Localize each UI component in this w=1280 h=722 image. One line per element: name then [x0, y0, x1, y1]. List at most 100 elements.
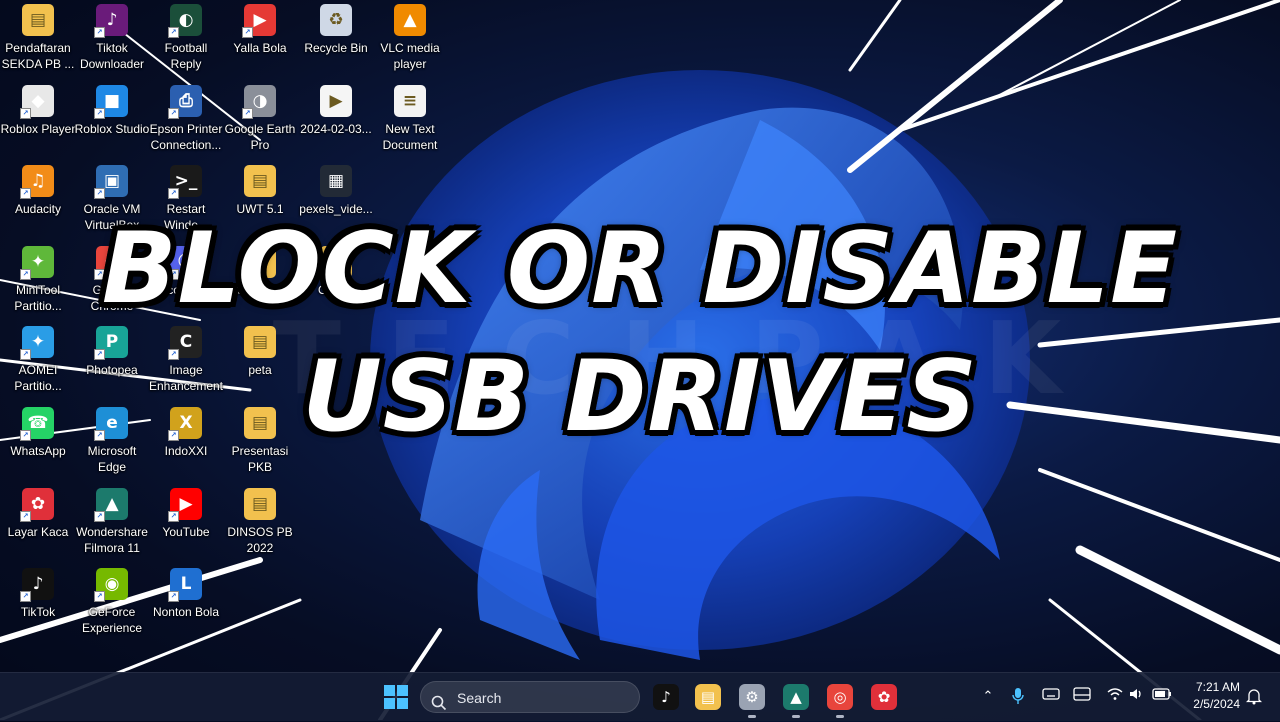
- shortcut-arrow-icon: ↗: [168, 188, 179, 200]
- vlc-icon: ▲: [394, 4, 426, 36]
- desktop-icon-label: Roblox Studio: [74, 121, 150, 136]
- recycle-bin-icon: ♻: [320, 4, 352, 36]
- roblox-icon: ◆ ↗: [20, 84, 54, 119]
- desktop-icon[interactable]: ✿ ↗ Layar Kaca: [0, 486, 76, 566]
- desktop-icon[interactable]: ♻ Recycle Bin: [298, 2, 374, 82]
- folder-icon: ▤: [244, 165, 276, 198]
- running-indicator: [748, 715, 756, 718]
- desktop-icon[interactable]: L ↗ Nonton Bola: [148, 566, 224, 646]
- filmora-icon: ▲ ↗: [94, 487, 128, 522]
- shortcut-arrow-icon: ↗: [168, 107, 179, 119]
- running-indicator: [792, 715, 800, 718]
- epson-icon: ⎙ ↗: [168, 84, 202, 119]
- desktop-icon-label: YouTube: [162, 524, 210, 539]
- desktop-icon-label: Nonton Bola: [152, 605, 220, 620]
- tiktok-downloader-icon: ♪ ↗: [94, 4, 128, 38]
- shortcut-arrow-icon: ↗: [168, 510, 179, 522]
- taskbar-app-tiktok[interactable]: ♪: [650, 681, 682, 713]
- shortcut-arrow-icon: ↗: [242, 27, 253, 38]
- taskbar-app-filmora[interactable]: ▲: [780, 681, 812, 718]
- clock-time: 7:21 AM: [1195, 680, 1240, 694]
- volume-icon[interactable]: [1126, 687, 1146, 707]
- desktop-icon-label: Roblox Player: [0, 121, 76, 136]
- google-earth-icon: ◑ ↗: [242, 84, 276, 119]
- desktop-icon-label: DINSOS PB 2022: [227, 524, 293, 555]
- chrome-icon: ◎: [827, 684, 853, 710]
- desktop-icon-label: VLC media player: [380, 41, 440, 71]
- folder-icon: ▤: [22, 4, 54, 36]
- tiktok-icon: ♪ ↗: [20, 568, 54, 603]
- desktop-icon[interactable]: ◉ ↗ GeForce Experience: [74, 566, 150, 646]
- shortcut-arrow-icon: ↗: [94, 27, 105, 38]
- settings-gear-icon: ⚙: [739, 684, 765, 710]
- desktop-icon-label: TikTok: [20, 605, 56, 620]
- keyboard-icon[interactable]: [1041, 687, 1061, 707]
- tiktok-icon: ♪: [653, 684, 679, 710]
- audacity-icon: ♫ ↗: [20, 165, 54, 200]
- desktop-icon-label: Wondershare Filmora 11: [76, 524, 148, 555]
- search-icon: [431, 690, 447, 722]
- shortcut-arrow-icon: ↗: [242, 107, 253, 119]
- search-placeholder: Search: [457, 690, 502, 706]
- desktop-icon-label: Pendaftaran SEKDA PB ...: [1, 41, 75, 71]
- video-file-icon: ▶: [320, 84, 352, 117]
- desktop-icon[interactable]: ◆ ↗ Roblox Player: [0, 83, 76, 163]
- geforce-icon: ◉ ↗: [94, 568, 128, 603]
- battery-icon[interactable]: [1152, 687, 1172, 707]
- taskbar-clock[interactable]: 7:21 AM 2/5/2024: [1188, 679, 1240, 713]
- notification-bell-icon[interactable]: [1244, 687, 1264, 707]
- desktop-icon[interactable]: ▲ VLC media player: [372, 2, 448, 82]
- shortcut-arrow-icon: ↗: [20, 510, 31, 522]
- desktop-icon[interactable]: ◑ ↗ Google Earth Pro: [222, 83, 298, 163]
- start-button[interactable]: [382, 683, 410, 711]
- desktop-icon[interactable]: ▤ DINSOS PB 2022: [222, 486, 298, 566]
- desktop-icon[interactable]: ▶ ↗ Yalla Bola: [222, 2, 298, 82]
- youtube-icon: ▶ ↗: [168, 487, 202, 522]
- desktop-icon[interactable]: ▤ Pendaftaran SEKDA PB ...: [0, 2, 76, 82]
- desktop-icon-label: GeForce Experience: [81, 605, 143, 636]
- desktop-icon[interactable]: ▶ ↗ YouTube: [148, 486, 224, 566]
- virtualbox-icon: ▣ ↗: [94, 165, 128, 200]
- video-clip-icon: ▦: [320, 165, 352, 198]
- desktop-icon-label: Yalla Bola: [233, 41, 287, 55]
- roblox-studio-icon: ■ ↗: [94, 84, 128, 119]
- desktop-icon[interactable]: ◐ ↗ Football Reply: [148, 2, 224, 82]
- touchpad-icon[interactable]: [1072, 687, 1092, 707]
- desktop-icon-label: 2024-02-03...: [300, 121, 372, 136]
- taskbar-search-box[interactable]: Search: [420, 681, 640, 713]
- desktop-icon[interactable]: ♪ ↗ TikTok: [0, 566, 76, 646]
- layar-kaca-icon: ✿: [871, 684, 897, 710]
- microphone-icon[interactable]: [1008, 687, 1028, 707]
- headline-line-2: USB DRIVES: [302, 340, 978, 454]
- text-file-icon: ≡: [394, 84, 426, 117]
- taskbar-app-chrome[interactable]: ◎: [824, 681, 856, 718]
- desktop-icon[interactable]: ♪ ↗ Tiktok Downloader: [74, 2, 150, 82]
- clock-date: 2/5/2024: [1193, 697, 1240, 711]
- yalla-bola-icon: ▶ ↗: [242, 4, 276, 38]
- taskbar-app-layar-kaca[interactable]: ✿: [868, 681, 900, 713]
- shortcut-arrow-icon: ↗: [168, 27, 179, 38]
- shortcut-arrow-icon: ↗: [94, 510, 105, 522]
- desktop-icon[interactable]: ⎙ ↗ Epson Printer Connection...: [148, 83, 224, 163]
- terminal-icon: >_ ↗: [168, 165, 202, 200]
- football-reply-icon: ◐ ↗: [168, 4, 202, 38]
- desktop-icon-label: Layar Kaca: [7, 524, 69, 539]
- desktop-icon[interactable]: ▲ ↗ Wondershare Filmora 11: [74, 486, 150, 566]
- shortcut-arrow-icon: ↗: [94, 591, 105, 603]
- running-indicator: [836, 715, 844, 718]
- taskbar-app-settings-gear[interactable]: ⚙: [736, 681, 768, 718]
- shortcut-arrow-icon: ↗: [94, 188, 105, 200]
- desktop-icon[interactable]: ■ ↗ Roblox Studio: [74, 83, 150, 163]
- wifi-icon[interactable]: [1105, 687, 1125, 707]
- desktop-icon-label: New Text Document: [382, 121, 438, 152]
- desktop-icon-label: Recycle Bin: [304, 41, 368, 55]
- layar-kaca-icon: ✿ ↗: [20, 487, 54, 522]
- taskbar-app-file-explorer[interactable]: ▤: [692, 681, 724, 713]
- chevron-up-icon[interactable]: ⌃: [978, 687, 998, 707]
- windows-logo-icon: [384, 685, 408, 709]
- desktop-icon[interactable]: ▶ 2024-02-03...: [298, 83, 374, 163]
- shortcut-arrow-icon: ↗: [20, 188, 31, 200]
- desktop-icon[interactable]: ≡ New Text Document: [372, 83, 448, 163]
- shortcut-arrow-icon: ↗: [94, 107, 105, 119]
- file-explorer-icon: ▤: [695, 684, 721, 710]
